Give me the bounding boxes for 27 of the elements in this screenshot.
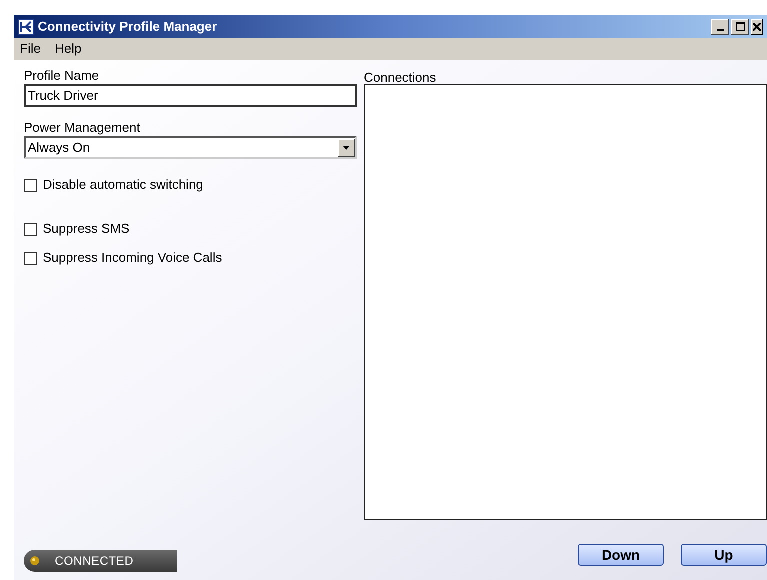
field-label: Power Management: [24, 119, 142, 136]
checkbox-label: Disable automatic switching: [43, 176, 204, 194]
close-button[interactable]: [751, 18, 763, 34]
maximize-button[interactable]: [731, 18, 749, 34]
connection-status-badge: CONNECTED: [24, 550, 177, 572]
power-management-dropdown[interactable]: Always On: [24, 136, 357, 159]
window-title: Connectivity Profile Manager: [38, 18, 218, 36]
checkbox[interactable]: [24, 252, 37, 264]
field-label: Profile Name: [24, 67, 100, 84]
checkbox[interactable]: [24, 222, 37, 236]
close-icon: [753, 22, 761, 30]
menu-item[interactable]: Help: [54, 39, 82, 59]
up-button[interactable]: Up: [681, 544, 767, 566]
connections-label: Connections: [364, 69, 438, 86]
checkbox-label: Suppress SMS: [43, 220, 130, 238]
profile-name-field[interactable]: Truck Driver: [24, 84, 357, 107]
minimize-icon: [716, 28, 724, 30]
menu-item[interactable]: File: [20, 39, 41, 59]
checkbox[interactable]: [24, 178, 37, 192]
checkbox-label: Suppress Incoming Voice Calls: [43, 249, 222, 268]
caret-icon: [343, 146, 350, 150]
dropdown-arrow-button[interactable]: [338, 138, 355, 156]
status-light-icon: [30, 556, 40, 566]
minimize-button[interactable]: [711, 18, 729, 34]
app-icon: [18, 18, 34, 34]
maximize-icon: [736, 22, 744, 31]
down-button[interactable]: Down: [578, 544, 664, 566]
